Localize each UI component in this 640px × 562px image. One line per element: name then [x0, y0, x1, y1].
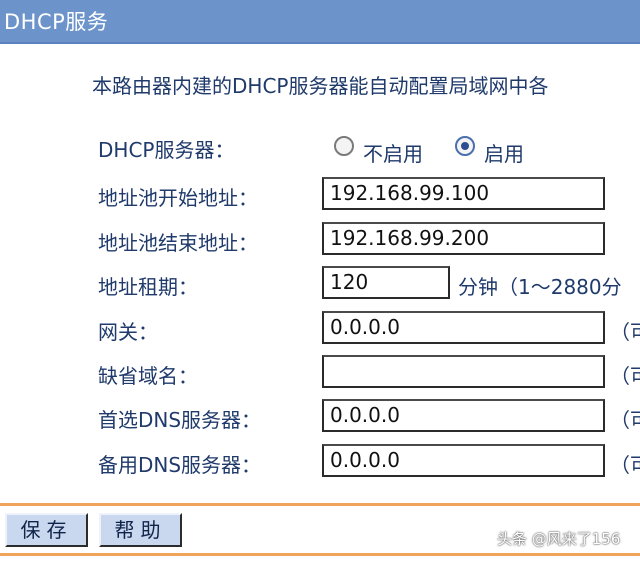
radio-enable[interactable] — [455, 136, 475, 156]
footer-divider-bottom — [0, 553, 640, 556]
domain-label: 缺省域名： — [98, 364, 198, 388]
lease-label: 地址租期： — [98, 275, 198, 299]
radio-disable[interactable] — [334, 136, 354, 156]
header-bar: DHCP服务 — [0, 0, 640, 44]
dhcp-server-label: DHCP服务器： — [98, 138, 235, 162]
pool-end-input[interactable]: 192.168.99.200 — [322, 222, 605, 255]
lease-input[interactable]: 120 — [322, 266, 450, 299]
primary-dns-suffix: （可 — [610, 408, 640, 432]
domain-suffix: （可 — [610, 364, 640, 388]
gateway-input[interactable]: 0.0.0.0 — [322, 311, 605, 344]
secondary-dns-suffix: （可 — [610, 453, 640, 477]
page-title: DHCP服务 — [4, 10, 109, 34]
save-button[interactable]: 保存 — [5, 513, 88, 547]
secondary-dns-input[interactable]: 0.0.0.0 — [322, 444, 605, 477]
dhcp-service-page: DHCP服务 本路由器内建的DHCP服务器能自动配置局域网中各 DHCP服务器：… — [0, 0, 640, 562]
lease-suffix: 分钟（1～2880分 — [458, 275, 622, 299]
watermark: 头条 @风来了156 — [497, 530, 621, 548]
pool-start-input[interactable]: 192.168.99.100 — [322, 177, 605, 210]
gateway-suffix: （可 — [610, 320, 640, 344]
footer-divider-top — [0, 503, 640, 506]
radio-enable-label: 启用 — [484, 142, 524, 166]
secondary-dns-label: 备用DNS服务器： — [98, 453, 262, 477]
primary-dns-input[interactable]: 0.0.0.0 — [322, 399, 605, 432]
help-button[interactable]: 帮助 — [99, 513, 182, 547]
pool-end-label: 地址池结束地址： — [98, 231, 258, 255]
pool-start-label: 地址池开始地址： — [98, 186, 258, 210]
radio-disable-label: 不启用 — [363, 142, 423, 166]
domain-input[interactable] — [322, 355, 605, 388]
gateway-label: 网关： — [98, 320, 158, 344]
description-text: 本路由器内建的DHCP服务器能自动配置局域网中各 — [92, 74, 549, 98]
primary-dns-label: 首选DNS服务器： — [98, 408, 262, 432]
